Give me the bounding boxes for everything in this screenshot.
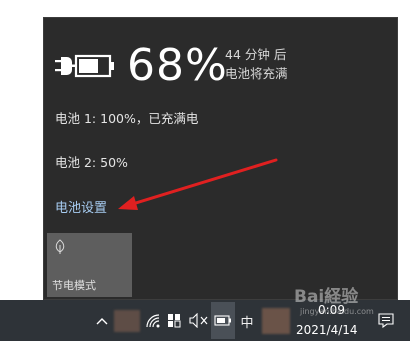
notification-icon — [378, 313, 394, 328]
battery-flyout: 68% 44 分钟 后 电池将充满 电池 1: 100%，已充满电 电池 2: … — [43, 17, 398, 300]
battery-2-status: 电池 2: 50% — [55, 155, 128, 170]
action-center-flag-button[interactable] — [167, 313, 181, 328]
show-hidden-icons-button[interactable] — [94, 312, 110, 330]
chevron-up-icon — [96, 318, 108, 325]
clock-date[interactable]: 2021/4/14 — [296, 323, 358, 337]
battery-settings-link[interactable]: 电池设置 — [55, 200, 107, 218]
battery-saver-tile[interactable]: 节电模式 — [47, 233, 132, 297]
notification-center-button[interactable] — [378, 313, 394, 328]
network-button[interactable] — [145, 313, 161, 329]
volume-muted-icon — [189, 313, 208, 328]
tray-app-icon-2[interactable] — [262, 308, 290, 334]
battery-charging-icon — [55, 54, 114, 78]
volume-button[interactable] — [189, 313, 209, 328]
annotation-arrow — [118, 158, 278, 210]
battery-tray-button[interactable] — [211, 302, 235, 339]
battery-icon — [214, 315, 231, 326]
wifi-icon — [146, 314, 160, 328]
flag-icon — [168, 314, 181, 328]
time-remaining: 44 分钟 后 — [225, 47, 287, 62]
battery-saver-icon — [55, 239, 65, 254]
battery-saver-label: 节电模式 — [52, 279, 96, 292]
battery-percentage: 68% — [127, 40, 228, 91]
input-method-button[interactable]: 中 — [239, 312, 255, 331]
tray-app-icon[interactable] — [114, 310, 140, 332]
clock-time[interactable]: 0:09 — [318, 303, 345, 317]
time-remaining-caption: 电池将充满 — [225, 66, 288, 81]
taskbar: 中 0:09 2021/4/14 — [0, 300, 410, 341]
battery-1-status: 电池 1: 100%，已充满电 — [55, 111, 199, 126]
